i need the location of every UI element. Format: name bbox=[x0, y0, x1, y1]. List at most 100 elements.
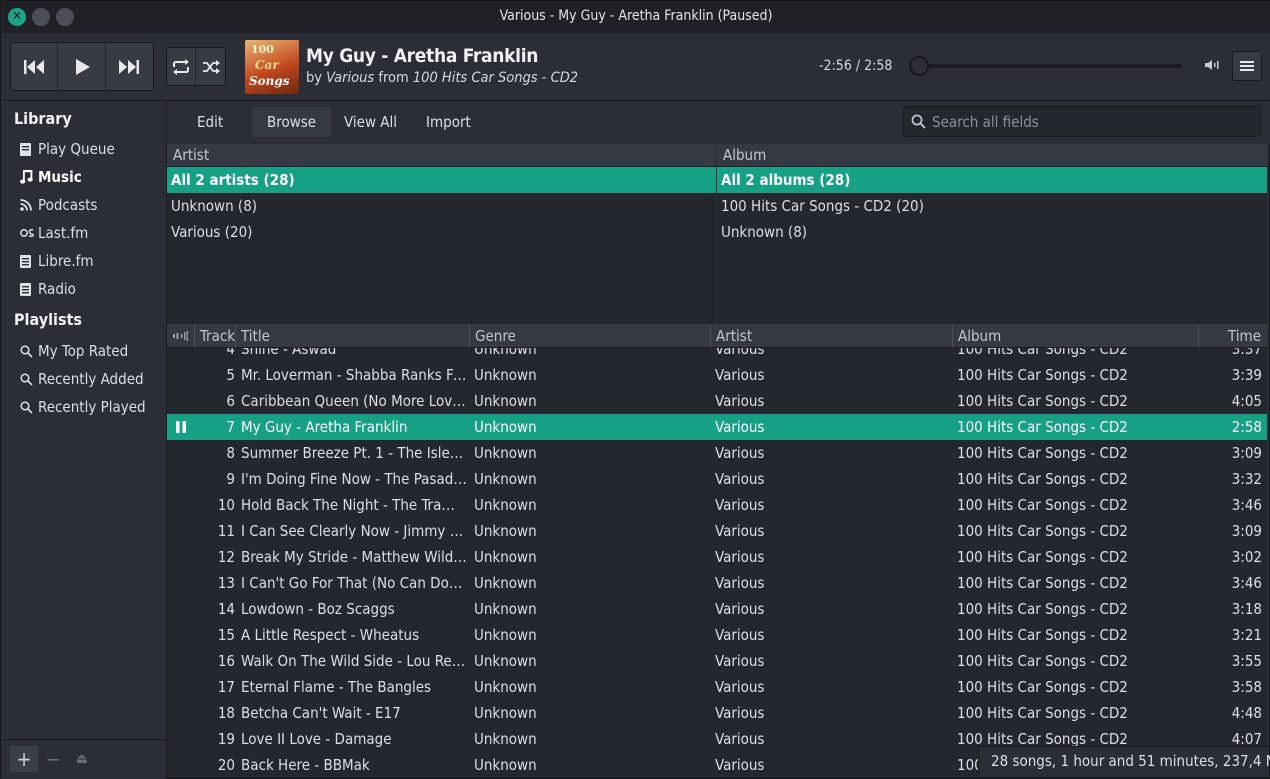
track-number-cell: 17 bbox=[217, 678, 235, 696]
table-row[interactable]: 11 I Can See Clearly Now - Jimmy Cliff Unk… bbox=[167, 518, 1267, 544]
time-cell: 3:58 bbox=[1231, 678, 1262, 696]
album-column-header[interactable]: Album bbox=[717, 144, 1267, 167]
time-cell: 3:02 bbox=[1231, 548, 1262, 566]
genre-cell: Unknown bbox=[474, 678, 537, 696]
sidebar-item-podcasts[interactable]: Podcasts bbox=[20, 193, 97, 217]
volume-button[interactable] bbox=[1205, 59, 1221, 74]
album-browser: Album All 2 albums (28) 100 Hits Car Son… bbox=[717, 144, 1267, 324]
column-track[interactable]: Track bbox=[195, 324, 236, 348]
sidebar-item-librefm[interactable]: Libre.fm bbox=[20, 249, 94, 273]
shuffle-button[interactable] bbox=[196, 48, 225, 85]
transport-controls bbox=[10, 42, 154, 91]
from-label: from bbox=[378, 70, 409, 86]
column-status[interactable] bbox=[167, 324, 195, 348]
time-cell: 4:48 bbox=[1231, 704, 1262, 722]
table-row[interactable]: 12 Break My Stride - Matthew Wilder Unknow… bbox=[167, 544, 1267, 570]
album-row[interactable]: Unknown (8) bbox=[717, 219, 1267, 245]
table-row-now-playing[interactable]: 7 My Guy - Aretha Franklin Unknown Various 1… bbox=[167, 414, 1267, 440]
artist-cell: Various bbox=[715, 704, 765, 722]
seek-slider[interactable] bbox=[909, 56, 1182, 76]
album-cover[interactable]: 100 Car Songs bbox=[245, 40, 299, 94]
genre-cell: Unknown bbox=[474, 444, 537, 462]
repeat-button[interactable] bbox=[167, 48, 196, 85]
genre-cell: Unknown bbox=[474, 600, 537, 618]
play-button[interactable] bbox=[58, 43, 106, 90]
sidebar-item-label: My Top Rated bbox=[38, 342, 129, 360]
search-field[interactable] bbox=[903, 106, 1261, 137]
remove-playlist-button[interactable]: − bbox=[39, 746, 67, 772]
album-cell: 100 Hits Car Songs - CD2 bbox=[957, 444, 1128, 462]
sidebar-item-radio[interactable]: Radio bbox=[20, 277, 76, 301]
table-row[interactable]: 6 Caribbean Queen (No More Love … Unknown V… bbox=[167, 388, 1267, 414]
time-cell: 3:21 bbox=[1231, 626, 1262, 644]
track-number-cell: 8 bbox=[226, 444, 235, 462]
add-playlist-button[interactable]: + bbox=[10, 746, 38, 772]
artist-cell: Various bbox=[715, 678, 765, 696]
next-button[interactable] bbox=[106, 43, 153, 90]
artist-cell: Various bbox=[715, 574, 765, 592]
album-row-all[interactable]: All 2 albums (28) bbox=[717, 167, 1267, 193]
now-playing-album: 100 Hits Car Songs - CD2 bbox=[412, 70, 579, 86]
table-row[interactable]: 5 Mr. Loverman - Shabba Ranks Feat… Unknow… bbox=[167, 362, 1267, 388]
column-album[interactable]: Album bbox=[953, 324, 1199, 348]
skip-forward-icon bbox=[119, 59, 140, 74]
table-row[interactable]: 15 A Little Respect - Wheatus Unknown Vario… bbox=[167, 622, 1267, 648]
speaker-icon bbox=[173, 331, 188, 341]
table-row[interactable]: 17 Eternal Flame - The Bangles Unknown Vari… bbox=[167, 674, 1267, 700]
table-row[interactable]: 8 Summer Breeze Pt. 1 - The Isley Br… Unkn… bbox=[167, 440, 1267, 466]
radio-icon bbox=[20, 282, 38, 296]
table-row[interactable]: 14 Lowdown - Boz Scaggs Unknown Various 100 … bbox=[167, 596, 1267, 622]
artist-row-all[interactable]: All 2 artists (28) bbox=[167, 167, 716, 193]
sidebar-item-recently-played[interactable]: Recently Played bbox=[20, 395, 146, 419]
table-row[interactable]: 18 Betcha Can't Wait - E17 Unknown Various 1… bbox=[167, 700, 1267, 726]
repeat-icon bbox=[173, 58, 189, 75]
genre-cell: Unknown bbox=[474, 522, 537, 540]
album-cell: 100 Hits Car Songs - CD2 bbox=[957, 574, 1128, 592]
search-input[interactable] bbox=[932, 112, 1232, 131]
status-cell bbox=[167, 414, 195, 441]
tab-browse[interactable]: Browse bbox=[252, 107, 332, 137]
album-row[interactable]: 100 Hits Car Songs - CD2 (20) bbox=[717, 193, 1267, 219]
table-row[interactable]: 9 I'm Doing Fine Now - The Pasadenas Unkno… bbox=[167, 466, 1267, 492]
sidebar-item-lastfm[interactable]: Last.fm bbox=[20, 221, 88, 245]
cover-text-car: Car bbox=[255, 58, 279, 72]
eject-button[interactable]: ⏏ bbox=[68, 746, 96, 772]
sidebar-item-my-top-rated[interactable]: My Top Rated bbox=[20, 339, 128, 363]
tab-import[interactable]: Import bbox=[411, 107, 486, 137]
tab-view-all[interactable]: View All bbox=[329, 107, 412, 137]
queue-icon bbox=[20, 142, 38, 156]
column-artist[interactable]: Artist bbox=[711, 324, 953, 348]
sidebar-item-recently-added[interactable]: Recently Added bbox=[20, 367, 144, 391]
genre-cell: Unknown bbox=[474, 574, 537, 592]
sidebar-item-label: Radio bbox=[38, 280, 76, 298]
tracks-table-body: 4 Shine - Aswad Unknown Various 100 Hits Car… bbox=[167, 336, 1267, 776]
playlists-header: Playlists bbox=[14, 310, 82, 329]
shuffle-icon bbox=[202, 59, 220, 74]
table-row[interactable]: 10 Hold Back The Night - The Trammps Unkno… bbox=[167, 492, 1267, 518]
artist-row[interactable]: Various (20) bbox=[167, 219, 716, 245]
previous-button[interactable] bbox=[11, 43, 59, 90]
genre-cell: Unknown bbox=[474, 470, 537, 488]
artist-cell: Various bbox=[715, 548, 765, 566]
column-time[interactable]: Time bbox=[1199, 324, 1267, 348]
artist-cell: Various bbox=[715, 392, 765, 410]
title-cell: Mr. Loverman - Shabba Ranks Feat… bbox=[241, 366, 467, 384]
table-row[interactable]: 16 Walk On The Wild Side - Lou Reed Unknow… bbox=[167, 648, 1267, 674]
artist-row[interactable]: Unknown (8) bbox=[167, 193, 716, 219]
artist-cell: Various bbox=[715, 444, 765, 462]
album-cell: 100 Hits Car Songs - CD2 bbox=[957, 522, 1128, 540]
tab-edit[interactable]: Edit bbox=[182, 107, 238, 137]
column-genre[interactable]: Genre bbox=[470, 324, 711, 348]
track-number-cell: 12 bbox=[217, 548, 235, 566]
sidebar-item-music[interactable]: Music bbox=[20, 165, 82, 189]
seek-handle[interactable] bbox=[909, 56, 929, 76]
genre-cell: Unknown bbox=[474, 704, 537, 722]
sidebar-item-play-queue[interactable]: Play Queue bbox=[20, 137, 115, 161]
table-row[interactable]: 13 I Can't Go For That (No Can Do) - … Unk… bbox=[167, 570, 1267, 596]
minus-icon: − bbox=[45, 747, 61, 771]
track-number-cell: 15 bbox=[217, 626, 235, 644]
column-title[interactable]: Title bbox=[236, 324, 470, 348]
title-cell: Love II Love - Damage bbox=[241, 730, 392, 748]
main-menu-button[interactable] bbox=[1232, 51, 1262, 81]
artist-column-header[interactable]: Artist bbox=[167, 144, 716, 167]
